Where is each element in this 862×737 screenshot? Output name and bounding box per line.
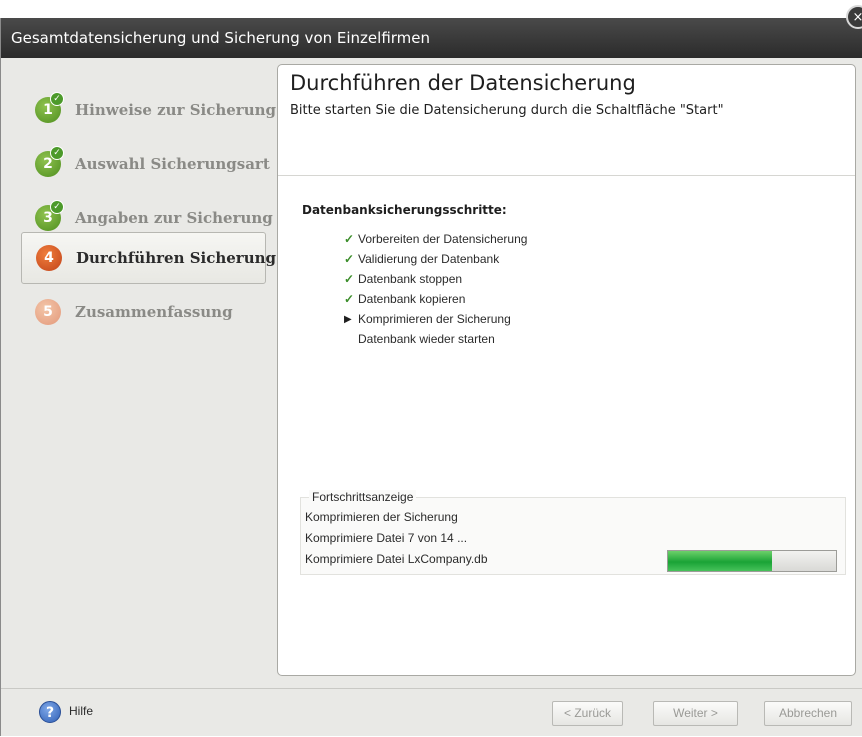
step-label: Zusammenfassung — [75, 303, 233, 321]
cancel-button[interactable]: Abbrechen — [764, 701, 852, 726]
check-icon: ✓ — [344, 292, 355, 306]
db-step-item: ✓ Validierung der Datenbank — [344, 249, 499, 269]
step-number-badge: 4 — [36, 245, 62, 271]
check-icon: ✓ — [50, 92, 64, 106]
check-icon: ✓ — [344, 272, 355, 286]
step-number-badge: 2 ✓ — [35, 146, 64, 177]
step-number-badge: 3 ✓ — [35, 200, 64, 231]
window-title: Gesamtdatensicherung und Sicherung von E… — [11, 29, 431, 47]
db-step-label: Vorbereiten der Datensicherung — [358, 232, 528, 246]
page-title: Durchführen der Datensicherung — [290, 71, 636, 95]
check-icon: ✓ — [50, 200, 64, 214]
progress-legend: Fortschrittsanzeige — [309, 490, 417, 504]
progress-fill — [668, 551, 773, 571]
db-step-item: ✓ Datenbank stoppen — [344, 269, 462, 289]
step-number-badge: 5 — [35, 299, 61, 325]
sidebar-step-hinweise[interactable]: 1 ✓ Hinweise zur Sicherung — [21, 84, 276, 136]
db-step-item: Datenbank wieder starten — [344, 329, 495, 349]
step-label: Angaben zur Sicherung — [75, 209, 273, 227]
db-step-label: Komprimieren der Sicherung — [358, 312, 511, 326]
sidebar-step-zusammenfassung[interactable]: 5 Zusammenfassung — [21, 286, 266, 338]
sidebar-step-auswahl[interactable]: 2 ✓ Auswahl Sicherungsart — [21, 138, 270, 190]
progress-file-name: Komprimiere Datei LxCompany.db — [305, 552, 488, 566]
progress-bar — [667, 550, 837, 572]
panel-header: Durchführen der Datensicherung Bitte sta… — [278, 65, 855, 176]
steps-heading: Datenbanksicherungsschritte: — [302, 203, 507, 217]
db-step-label: Datenbank kopieren — [358, 292, 466, 306]
step-label: Auswahl Sicherungsart — [75, 155, 270, 173]
help-icon[interactable]: ? — [39, 701, 61, 723]
step-label: Durchführen Sicherung — [76, 249, 277, 267]
db-step-item-current: ▶ Komprimieren der Sicherung — [344, 309, 511, 329]
wizard-footer: ? Hilfe < Zurück Weiter > Abbrechen — [1, 688, 862, 737]
step-label: Hinweise zur Sicherung — [75, 101, 277, 119]
current-arrow-icon: ▶ — [344, 313, 352, 325]
db-step-label: Datenbank stoppen — [358, 272, 463, 286]
progress-file-count: Komprimiere Datei 7 von 14 ... — [305, 531, 468, 545]
content-panel: Durchführen der Datensicherung Bitte sta… — [277, 64, 856, 676]
page-subtitle: Bitte starten Sie die Datensicherung dur… — [290, 103, 724, 118]
back-button[interactable]: < Zurück — [552, 701, 623, 726]
wizard-window: Gesamtdatensicherung und Sicherung von E… — [0, 18, 862, 736]
title-bar: Gesamtdatensicherung und Sicherung von E… — [1, 18, 862, 58]
db-step-label: Datenbank wieder starten — [358, 332, 495, 346]
sidebar-step-durchfuehren[interactable]: 4 Durchführen Sicherung — [21, 232, 276, 284]
step-number-badge: 1 ✓ — [35, 92, 64, 123]
progress-status: Komprimieren der Sicherung — [305, 510, 458, 524]
db-step-item: ✓ Vorbereiten der Datensicherung — [344, 229, 527, 249]
db-step-item: ✓ Datenbank kopieren — [344, 289, 465, 309]
help-link[interactable]: Hilfe — [69, 704, 93, 718]
wizard-sidebar: 1 ✓ Hinweise zur Sicherung 2 ✓ Auswahl S… — [1, 58, 276, 688]
next-button[interactable]: Weiter > — [653, 701, 738, 726]
progress-group: Fortschrittsanzeige Komprimieren der Sic… — [300, 490, 846, 575]
check-icon: ✓ — [344, 232, 355, 246]
db-step-label: Validierung der Datenbank — [358, 252, 500, 266]
check-icon: ✓ — [344, 252, 355, 266]
check-icon: ✓ — [50, 146, 64, 160]
